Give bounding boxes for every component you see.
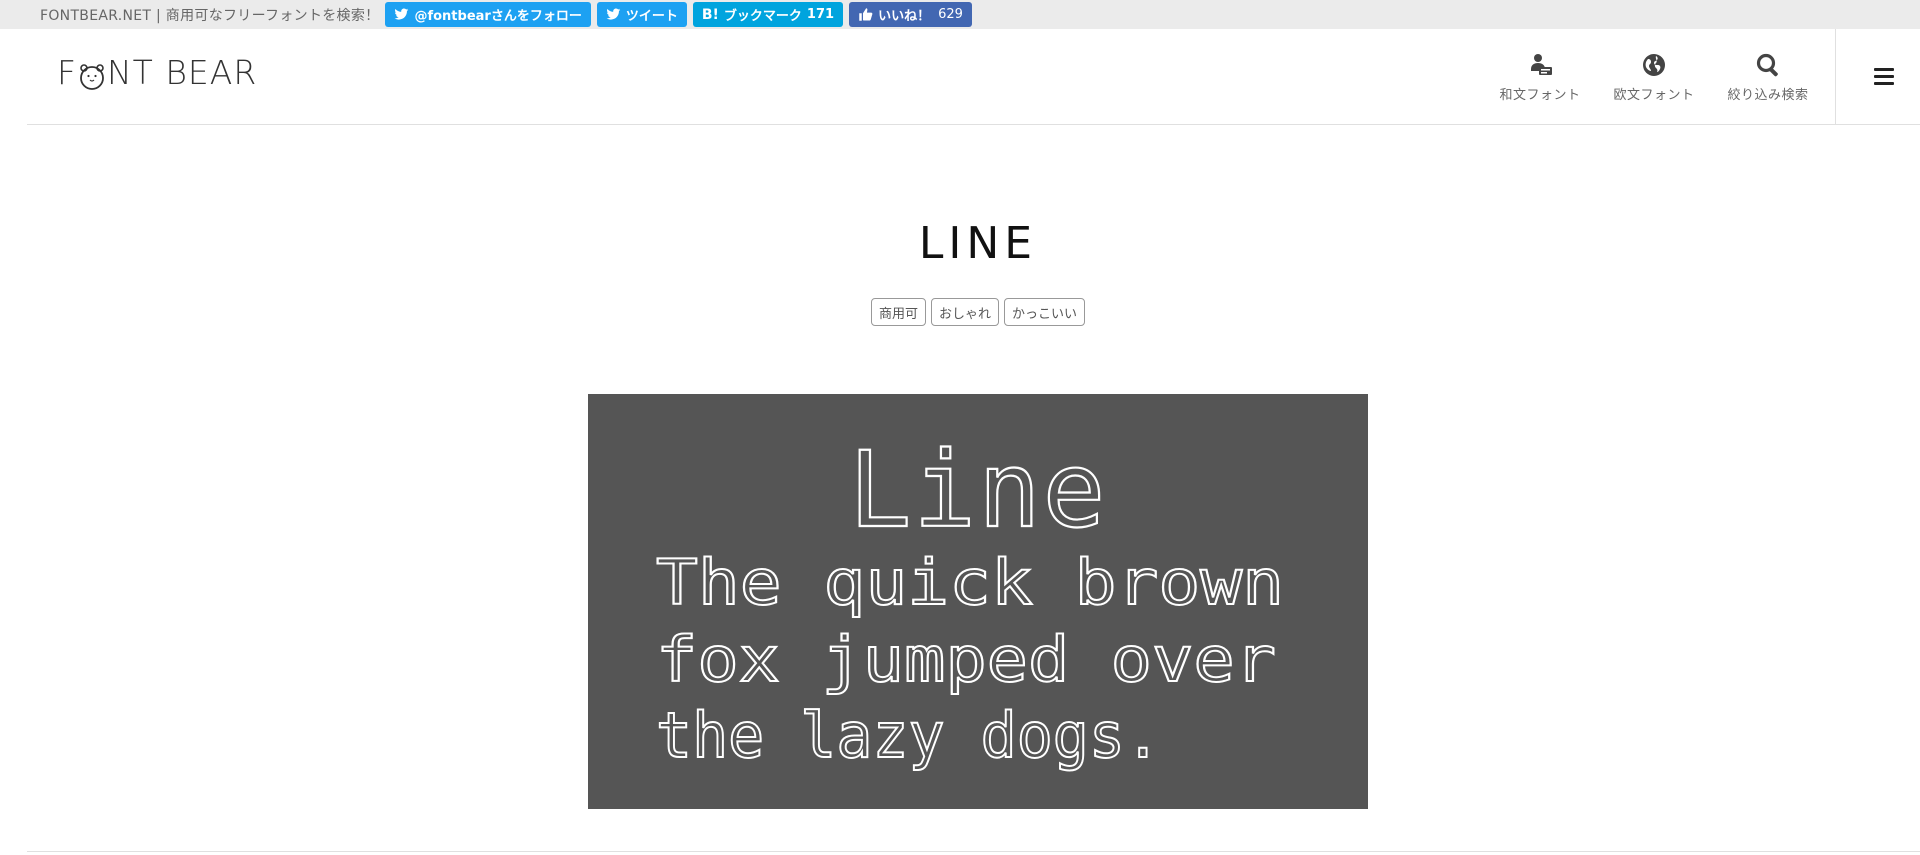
hatena-bookmark-button[interactable]: B! ブックマーク 171 bbox=[692, 2, 844, 27]
site-tagline: FONTBEAR.NET | 商用可なフリーフォントを検索！ bbox=[40, 7, 380, 24]
content-divider bbox=[27, 851, 1920, 852]
nav-western-fonts[interactable]: 欧文フォント bbox=[1612, 29, 1696, 125]
tweet-button[interactable]: ツイート bbox=[596, 2, 687, 27]
twitter-icon bbox=[606, 8, 621, 20]
nav-japanese-fonts-label: 和文フォント bbox=[1499, 87, 1581, 103]
tag-list: 商用可 おしゃれ かっこいい bbox=[0, 298, 1920, 326]
tag-cool[interactable]: かっこいい bbox=[1004, 298, 1086, 326]
font-preview-image: Line The quick brown fox jumped over the… bbox=[588, 394, 1368, 809]
twitter-follow-label: @fontbearさんをフォロー bbox=[414, 9, 582, 24]
hatena-bookmark-label: ブックマーク bbox=[723, 9, 802, 24]
thumbs-up-icon bbox=[859, 8, 873, 21]
preview-line-2: fox jumped over bbox=[656, 623, 1276, 696]
font-title: LINE bbox=[918, 218, 1038, 269]
logo-letter-f: F bbox=[57, 53, 77, 92]
header-nav: 和文フォント 欧文フォント 絞り込み検索 bbox=[1498, 29, 1810, 125]
logo-text-rest: NT BEAR bbox=[106, 53, 258, 92]
nav-western-fonts-label: 欧文フォント bbox=[1613, 87, 1695, 103]
tag-stylish[interactable]: おしゃれ bbox=[930, 298, 999, 326]
header-divider bbox=[1835, 29, 1836, 125]
twitter-icon bbox=[395, 8, 409, 20]
japanese-font-icon bbox=[1531, 53, 1552, 75]
facebook-like-button[interactable]: いいね！ 629 bbox=[849, 2, 972, 27]
hatena-bookmark-icon: B! bbox=[701, 6, 719, 23]
bear-face-icon bbox=[78, 59, 106, 90]
hatena-bookmark-count: 171 bbox=[806, 7, 835, 22]
preview-line-title: Line bbox=[849, 429, 1107, 551]
site-header: F NT BEAR 和文フォント 欧文フォント 絞り込み検索 bbox=[27, 29, 1920, 125]
hamburger-menu-icon[interactable] bbox=[1874, 64, 1898, 88]
nav-filter-search-label: 絞り込み検索 bbox=[1727, 87, 1809, 103]
twitter-follow-button[interactable]: @fontbearさんをフォロー bbox=[385, 2, 591, 27]
nav-japanese-fonts[interactable]: 和文フォント bbox=[1498, 29, 1582, 125]
facebook-like-count: 629 bbox=[938, 7, 963, 22]
top-bar: FONTBEAR.NET | 商用可なフリーフォントを検索！ @fontbear… bbox=[0, 0, 1920, 29]
facebook-like-label: いいね！ bbox=[878, 9, 931, 24]
nav-filter-search[interactable]: 絞り込み検索 bbox=[1726, 29, 1810, 125]
preview-line-1: The quick brown bbox=[656, 546, 1284, 619]
tag-commercial[interactable]: 商用可 bbox=[870, 298, 926, 326]
site-logo[interactable]: F NT BEAR bbox=[57, 53, 257, 92]
tweet-label: ツイート bbox=[625, 9, 678, 24]
search-icon bbox=[1756, 53, 1778, 76]
globe-icon bbox=[1643, 53, 1665, 76]
preview-line-3: the lazy dogs. bbox=[656, 699, 1161, 772]
